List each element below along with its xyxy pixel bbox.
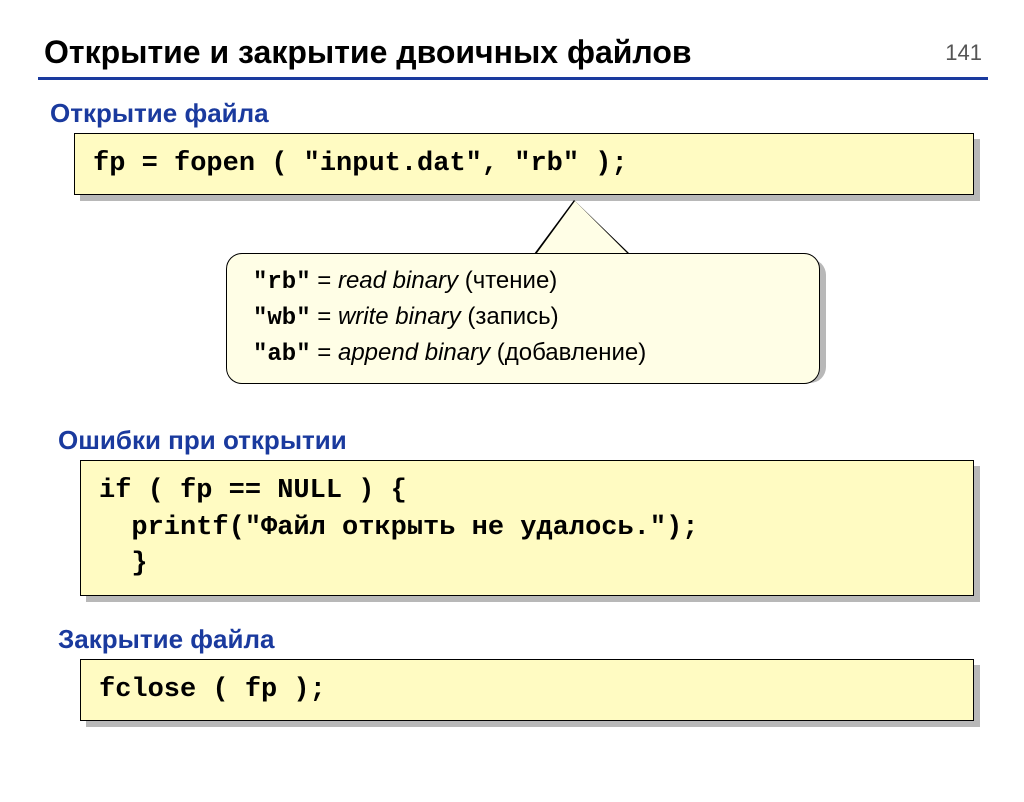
callout-line-ab: "ab" = append binary (добавление) xyxy=(253,336,799,372)
callout-code-wb: "wb" xyxy=(253,305,311,332)
code-box-open-shadow: fp = fopen ( "input.dat", "rb" ); xyxy=(80,139,980,201)
callout-desc-wb: write binary xyxy=(338,303,461,330)
section-heading-errors: Ошибки при открытии xyxy=(58,425,1024,456)
callout-line-rb: "rb" = read binary (чтение) xyxy=(253,264,799,300)
section-heading-open: Открытие файла xyxy=(50,98,1024,129)
callout-box: "rb" = read binary (чтение) "wb" = write… xyxy=(226,253,820,384)
callout-code-ab: "ab" xyxy=(253,341,311,368)
callout-desc-rb: read binary xyxy=(338,267,458,294)
callout-ru-wb: (запись) xyxy=(461,303,559,330)
callout-eq-wb: = xyxy=(311,303,338,330)
callout-ru-rb: (чтение) xyxy=(458,267,557,294)
section-heading-close: Закрытие файла xyxy=(58,624,1024,655)
page-title: Открытие и закрытие двоичных файлов xyxy=(44,34,1024,71)
callout-wrap: "rb" = read binary (чтение) "wb" = write… xyxy=(0,201,1024,401)
code-box-open: fp = fopen ( "input.dat", "rb" ); xyxy=(74,133,974,195)
page-number: 141 xyxy=(945,40,982,66)
title-rule xyxy=(38,77,988,80)
code-box-errors-shadow: if ( fp == NULL ) { printf("Файл открыть… xyxy=(86,466,980,601)
code-box-close: fclose ( fp ); xyxy=(80,659,974,721)
code-box-errors: if ( fp == NULL ) { printf("Файл открыть… xyxy=(80,460,974,595)
callout-line-wb: "wb" = write binary (запись) xyxy=(253,300,799,336)
callout-eq-rb: = xyxy=(311,267,338,294)
code-box-close-shadow: fclose ( fp ); xyxy=(86,665,980,727)
callout-ru-ab: (добавление) xyxy=(490,339,646,366)
callout-code-rb: "rb" xyxy=(253,269,311,296)
callout-eq-ab: = xyxy=(311,339,338,366)
callout-desc-ab: append binary xyxy=(338,339,490,366)
